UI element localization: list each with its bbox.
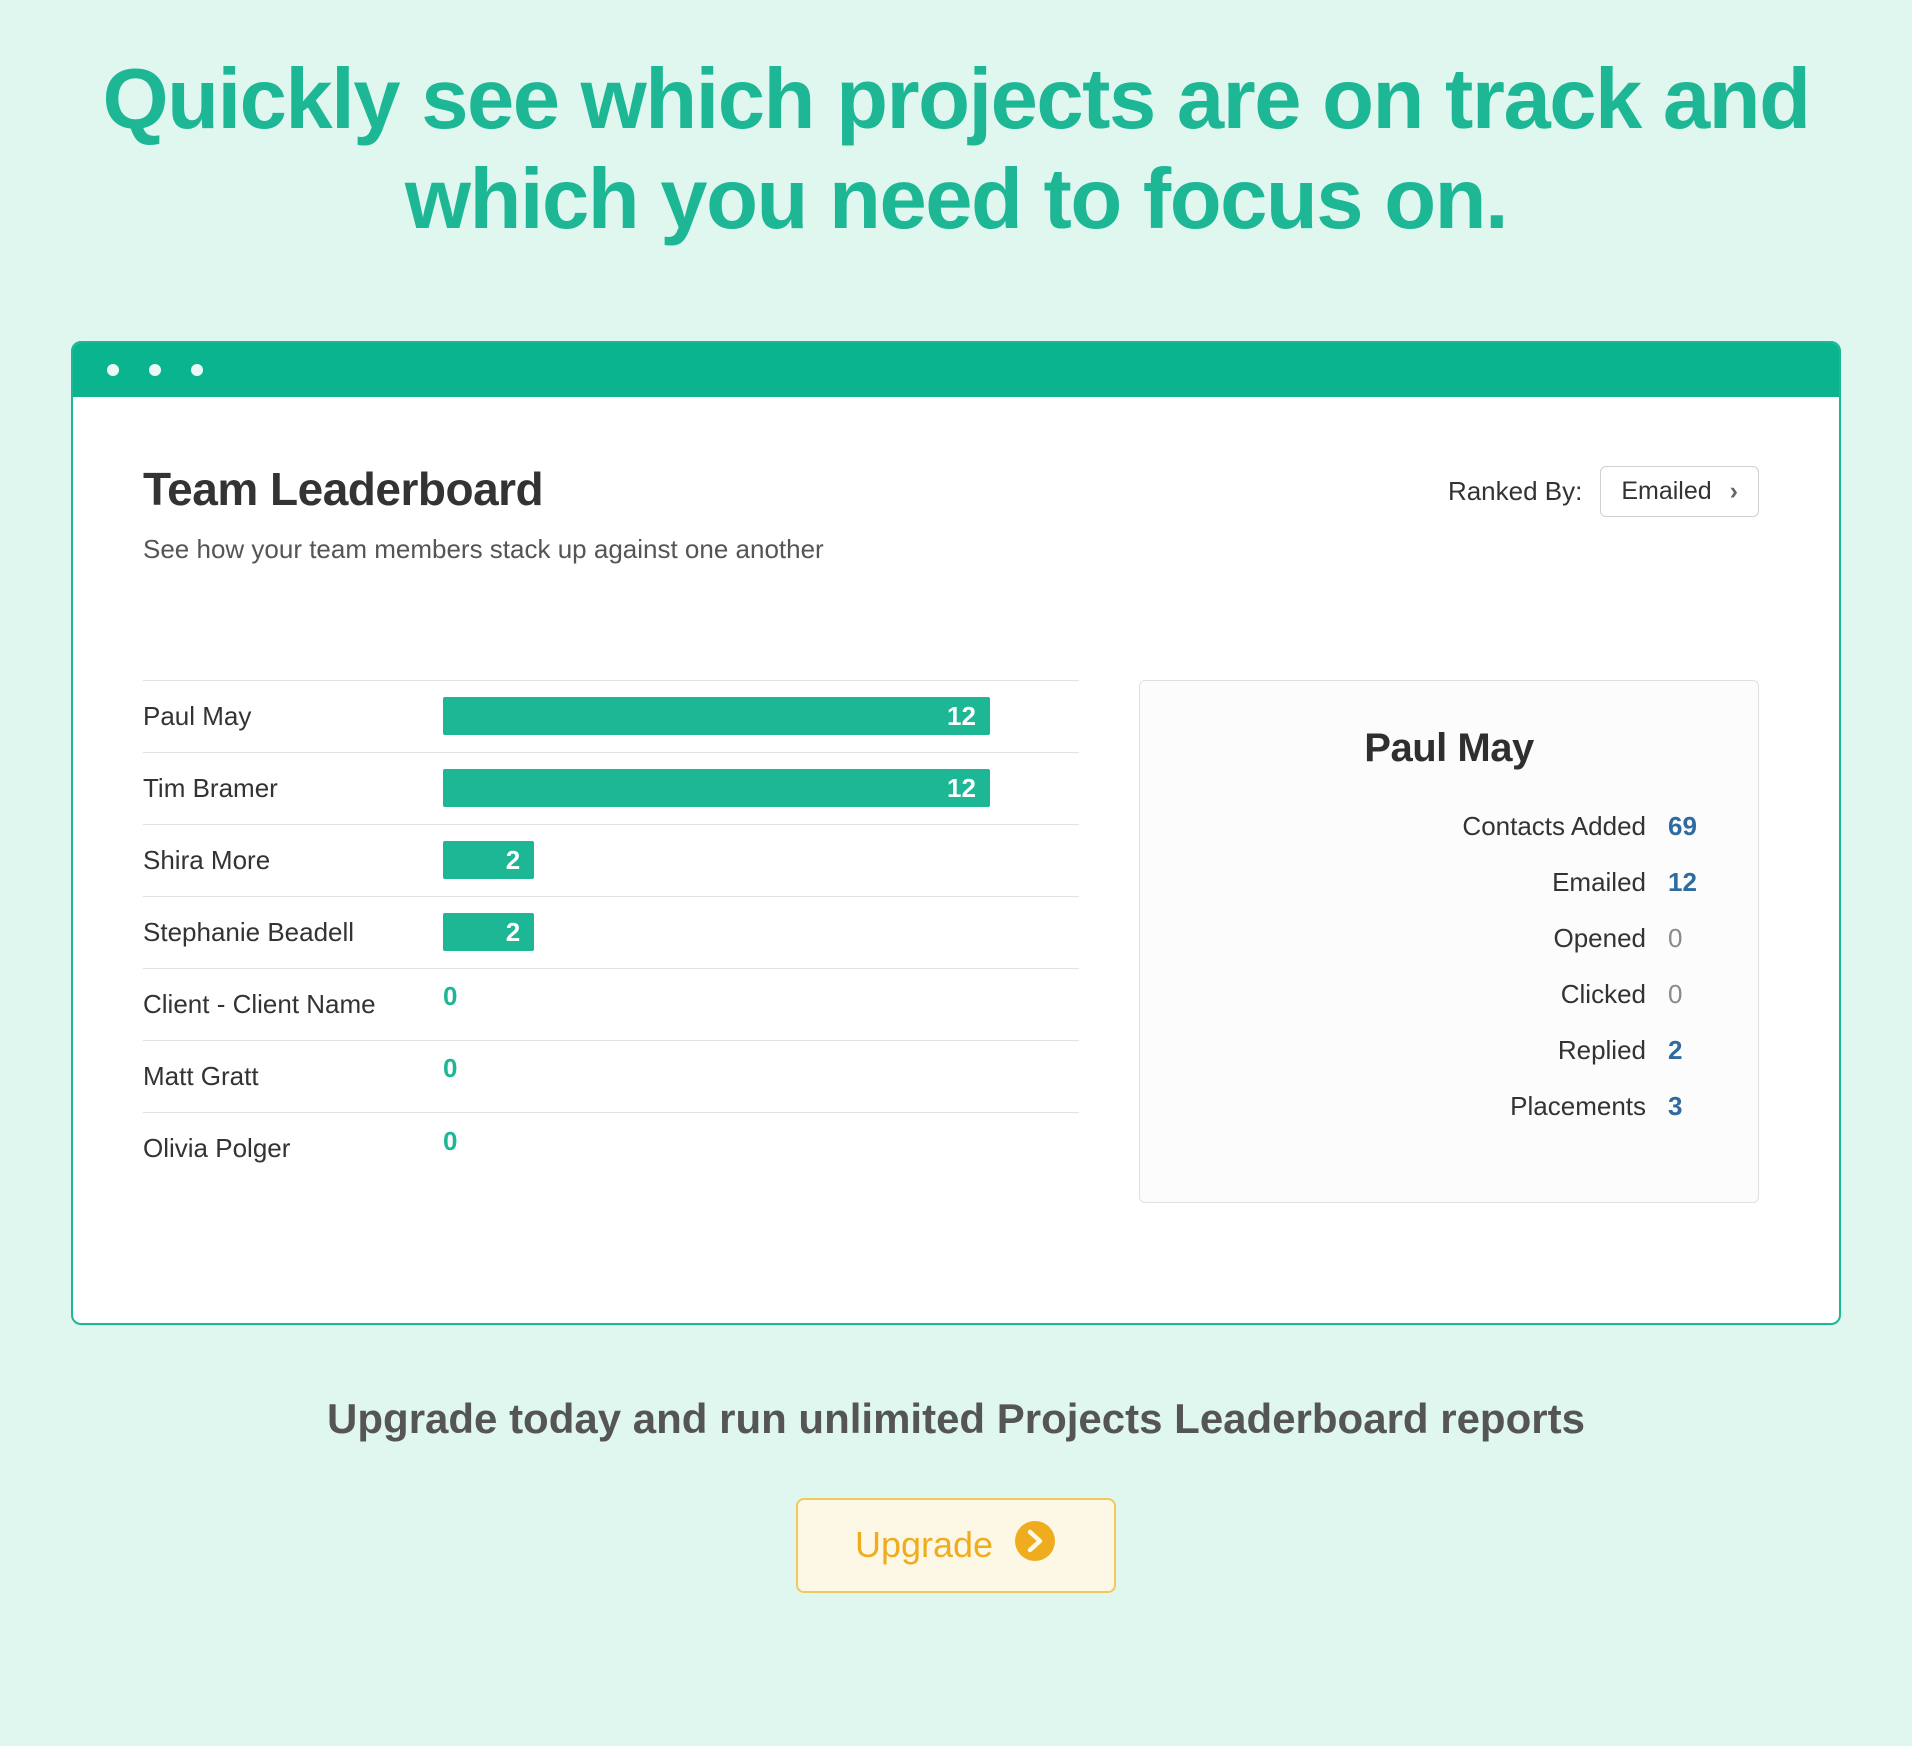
stat-label: Placements (1510, 1091, 1646, 1122)
bar: 2 (443, 913, 534, 951)
bar: 12 (443, 697, 990, 735)
window-control-dot (191, 364, 203, 376)
bar-cell: 2 (443, 837, 1079, 883)
bar-value: 0 (443, 981, 457, 1011)
bar: 2 (443, 841, 534, 879)
upgrade-button-label: Upgrade (855, 1524, 993, 1566)
stat-label: Clicked (1561, 979, 1646, 1010)
member-name-cell: Stephanie Beadell (143, 917, 443, 948)
bar-cell: 12 (443, 693, 1079, 739)
stat-row: Contacts Added 69 (1190, 811, 1708, 867)
bar-cell: 2 (443, 909, 1079, 955)
bar-value: 0 (443, 1126, 457, 1156)
leaderboard-row[interactable]: Olivia Polger0 (143, 1113, 1079, 1185)
member-name-cell: Matt Gratt (143, 1061, 443, 1092)
hero-heading: Quickly see which projects are on track … (66, 50, 1846, 251)
app-window: Team Leaderboard See how your team membe… (71, 341, 1841, 1325)
bar-cell: 12 (443, 765, 1079, 811)
stat-value: 69 (1668, 811, 1708, 842)
member-name-cell: Tim Bramer (143, 773, 443, 804)
leaderboard-row[interactable]: Paul May 12 (143, 681, 1079, 753)
ranked-by-select[interactable]: Emailed › (1600, 466, 1759, 517)
stat-row: Emailed 12 (1190, 867, 1708, 923)
leaderboard-chart: Paul May12Tim Bramer12Shira More2Stephan… (143, 680, 1079, 1203)
stat-label: Replied (1558, 1035, 1646, 1066)
page-title: Team Leaderboard (143, 462, 824, 516)
ranked-by-label: Ranked By: (1448, 476, 1582, 507)
bar: 12 (443, 769, 990, 807)
window-titlebar (73, 343, 1839, 397)
bar-value: 2 (506, 917, 520, 948)
bar-value: 2 (506, 845, 520, 876)
upgrade-button[interactable]: Upgrade (796, 1498, 1116, 1593)
stat-label: Opened (1553, 923, 1646, 954)
window-control-dot (149, 364, 161, 376)
arrow-circle-right-icon (1013, 1519, 1057, 1572)
page-subtitle: See how your team members stack up again… (143, 534, 824, 565)
stat-row: Opened 0 (1190, 923, 1708, 979)
leaderboard-row[interactable]: Matt Gratt0 (143, 1041, 1079, 1113)
stat-row: Placements 3 (1190, 1091, 1708, 1147)
bar-value: 12 (947, 773, 976, 804)
stat-value: 12 (1668, 867, 1708, 898)
bar-value: 12 (947, 701, 976, 732)
stat-row: Replied 2 (1190, 1035, 1708, 1091)
stat-value: 0 (1668, 979, 1708, 1010)
stat-value: 2 (1668, 1035, 1708, 1066)
bar-cell: 0 (443, 981, 1079, 1027)
member-name-cell: Olivia Polger (143, 1133, 443, 1164)
bar-value: 0 (443, 1053, 457, 1083)
ranked-by-control: Ranked By: Emailed › (1448, 466, 1759, 517)
member-detail-card: Paul May Contacts Added 69 Emailed 12 Opened… (1139, 680, 1759, 1203)
member-name-cell: Paul May (143, 701, 443, 732)
leaderboard-row[interactable]: Tim Bramer 12 (143, 753, 1079, 825)
stat-row: Clicked 0 (1190, 979, 1708, 1035)
stat-label: Emailed (1552, 867, 1646, 898)
ranked-by-value: Emailed (1621, 477, 1711, 506)
stat-value: 0 (1668, 923, 1708, 954)
chevron-right-icon: › (1730, 477, 1738, 506)
leaderboard-row[interactable]: Stephanie Beadell 2 (143, 897, 1079, 969)
window-control-dot (107, 364, 119, 376)
cta-text: Upgrade today and run unlimited Projects… (60, 1395, 1852, 1443)
stat-label: Contacts Added (1462, 811, 1646, 842)
member-name-cell: Shira More (143, 845, 443, 876)
stat-value: 3 (1668, 1091, 1708, 1122)
member-name-cell: Client - Client Name (143, 989, 443, 1020)
bar-cell: 0 (443, 1053, 1079, 1099)
leaderboard-row[interactable]: Client - Client Name0 (143, 969, 1079, 1041)
leaderboard-row[interactable]: Shira More 2 (143, 825, 1079, 897)
bar-cell: 0 (443, 1126, 1079, 1172)
member-name: Paul May (1190, 726, 1708, 771)
